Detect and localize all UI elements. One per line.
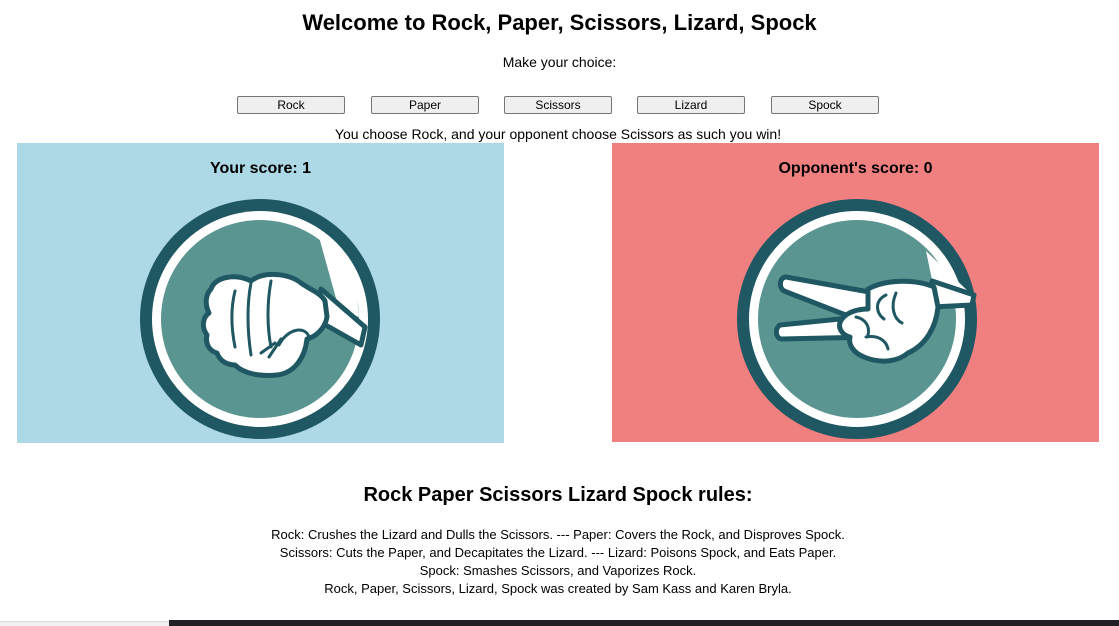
round-result: You choose Rock, and your opponent choos… — [334, 126, 782, 142]
rules-title: Rock Paper Scissors Lizard Spock rules: — [363, 484, 753, 506]
paper-button[interactable]: Paper — [371, 96, 479, 114]
rules-line: Rock: Crushes the Lizard and Dulls the S… — [271, 527, 845, 542]
rock-button[interactable]: Rock — [237, 96, 345, 114]
opponent-panel: Opponent's score: 0 — [612, 143, 1099, 442]
opponent-score: Opponent's score: 0 — [778, 160, 933, 177]
taskbar-strip — [169, 620, 1119, 626]
lizard-button[interactable]: Lizard — [637, 96, 745, 114]
rules-line: Scissors: Cuts the Paper, and Decapitate… — [279, 545, 837, 560]
rock-fist-icon — [140, 199, 380, 439]
choice-buttons: Rock Paper Scissors Lizard Spock — [237, 96, 897, 114]
spock-button[interactable]: Spock — [771, 96, 879, 114]
player-panel: Your score: 1 — [17, 143, 504, 443]
rules-line: Spock: Smashes Scissors, and Vaporizes R… — [419, 563, 697, 578]
horizontal-scrollbar[interactable] — [0, 621, 169, 626]
choice-prompt: Make your choice: — [502, 54, 617, 70]
scissors-button[interactable]: Scissors — [504, 96, 612, 114]
player-score: Your score: 1 — [209, 160, 312, 177]
game-page: Welcome to Rock, Paper, Scissors, Lizard… — [0, 0, 1119, 626]
page-title: Welcome to Rock, Paper, Scissors, Lizard… — [302, 10, 817, 35]
scissors-hand-icon — [737, 199, 977, 439]
credits-line: Rock, Paper, Scissors, Lizard, Spock was… — [324, 581, 792, 596]
rules-text: Rock: Crushes the Lizard and Dulls the S… — [0, 526, 1116, 598]
